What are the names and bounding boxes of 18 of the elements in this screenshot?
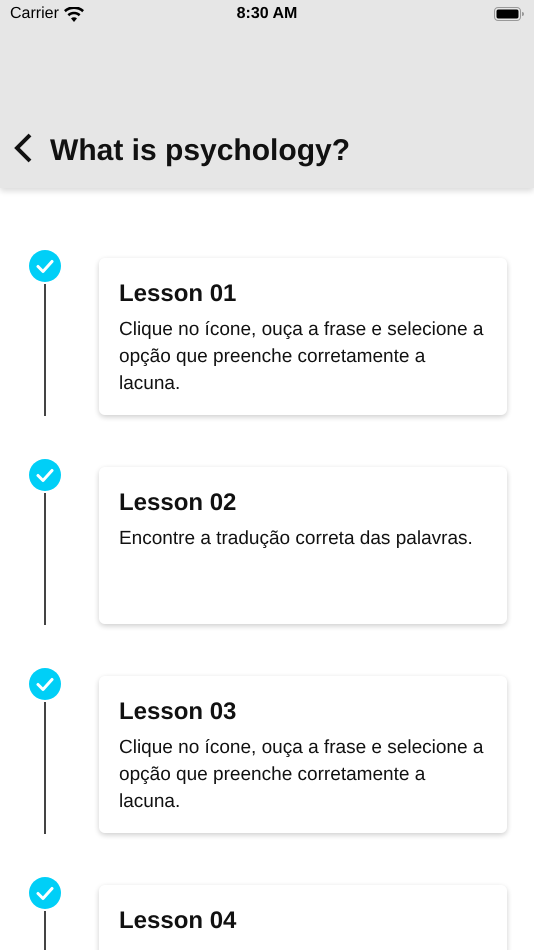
- lesson-description: Encontre a tradução correta das palavras.: [119, 527, 474, 551]
- battery-icon: [494, 7, 524, 21]
- back-button[interactable]: [12, 132, 34, 164]
- clock-time: 8:30 AM: [236, 5, 298, 23]
- lesson-card[interactable]: Lesson 04: [99, 885, 507, 950]
- lesson-description: Clique no ícone, ouça a frase e selecione a opção que preenche corretamente a lacuna.: [119, 736, 484, 814]
- screen-title: What is psychology?: [50, 134, 350, 168]
- lesson-description: Clique no ícone, ouça a frase e selecione a opção que preenche corretamente a lacuna.: [119, 318, 484, 396]
- lesson-card[interactable]: Lesson 01 Clique no ícone, ouça a frase e selecione a opção que preenche corretamente a lacuna.: [99, 258, 507, 415]
- lesson-title: Lesson 01: [119, 280, 238, 308]
- lesson-card[interactable]: Lesson 02 Encontre a tradução correta das palavras.: [99, 467, 507, 624]
- lesson-title: Lesson 04: [119, 907, 238, 935]
- lesson-card[interactable]: Lesson 03 Clique no ícone, ouça a frase e selecione a opção que preenche corretamente a lacuna.: [99, 676, 507, 833]
- chevron-left-icon: [12, 132, 34, 164]
- carrier-name: Carrier: [10, 5, 59, 23]
- lesson-title: Lesson 02: [119, 489, 238, 517]
- lesson-title: Lesson 03: [119, 698, 238, 726]
- wifi-icon: [64, 6, 84, 22]
